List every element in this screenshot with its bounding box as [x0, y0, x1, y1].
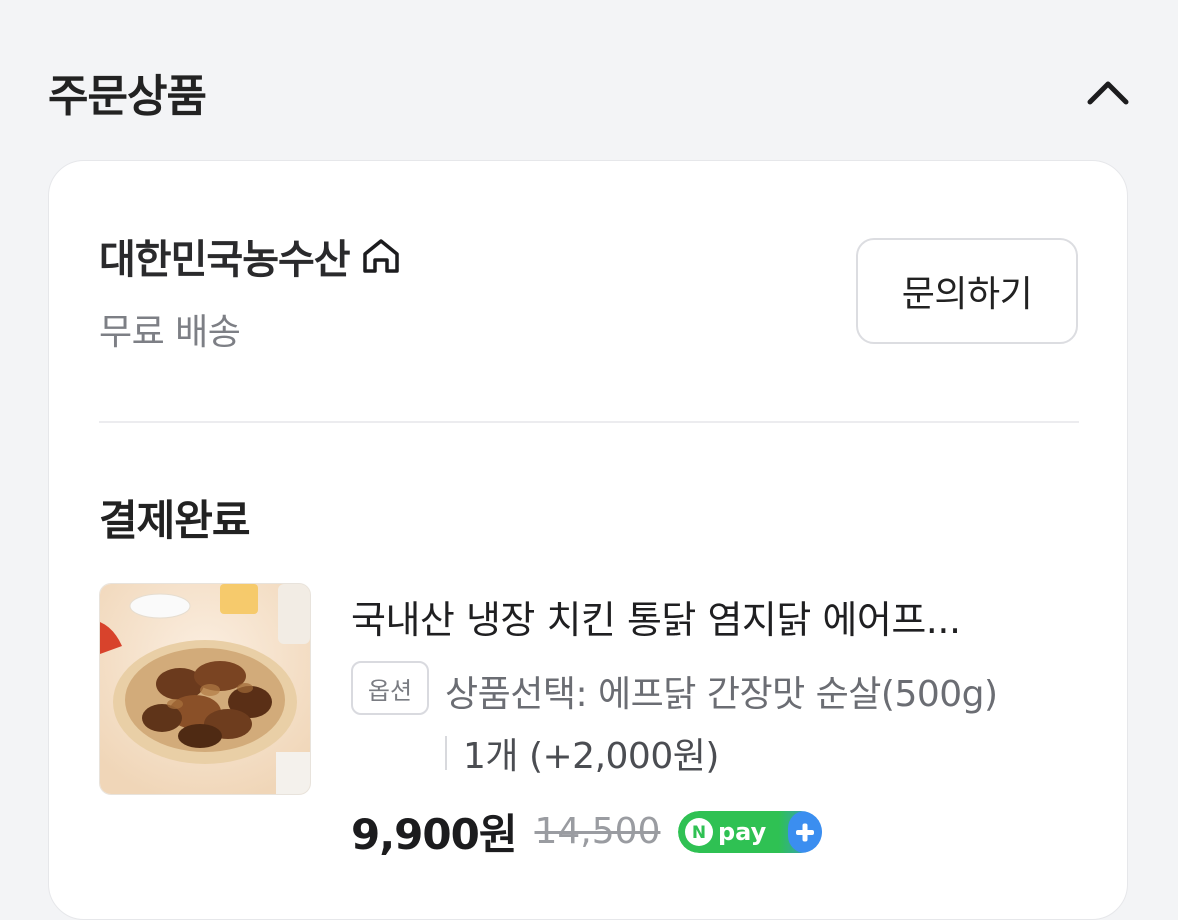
product-thumbnail[interactable] [99, 583, 311, 795]
npay-plus-badge: N pay [678, 810, 823, 853]
order-items-header: 주문상품 [48, 56, 1138, 128]
order-status: 결제완료 [99, 496, 251, 545]
inquiry-button[interactable]: 문의하기 [856, 238, 1078, 344]
chevron-up-icon [1087, 81, 1129, 105]
price-row: 9,900원 14,500 N pay [351, 801, 823, 862]
divider [99, 421, 1079, 423]
seller-name-label: 대한민국농수산 [99, 237, 351, 283]
quantity-separator [445, 736, 447, 770]
sale-price: 9,900원 [351, 810, 517, 859]
product-name[interactable]: 국내산 냉장 치킨 통닭 염지닭 에어프... [351, 589, 1071, 644]
seller-name[interactable]: 대한민국농수산 [99, 227, 402, 285]
quantity-row: 1개 (+2,000원) [445, 727, 719, 779]
quantity-text: 1개 (+2,000원) [463, 736, 719, 777]
order-card: 대한민국농수산 무료 배송 문의하기 결제완료 국내산 냉장 치킨 통닭 염지닭… [48, 160, 1128, 920]
svg-text:N: N [692, 823, 706, 843]
section-title: 주문상품 [48, 71, 207, 122]
original-price: 14,500 [534, 811, 661, 852]
collapse-button[interactable] [1078, 62, 1138, 122]
home-icon [360, 236, 402, 276]
option-badge: 옵션 [351, 661, 429, 715]
npay-label: pay [718, 818, 767, 846]
shipping-info: 무료 배송 [99, 312, 241, 353]
option-text: 상품선택: 에프닭 간장맛 순살(500g) [445, 674, 998, 715]
